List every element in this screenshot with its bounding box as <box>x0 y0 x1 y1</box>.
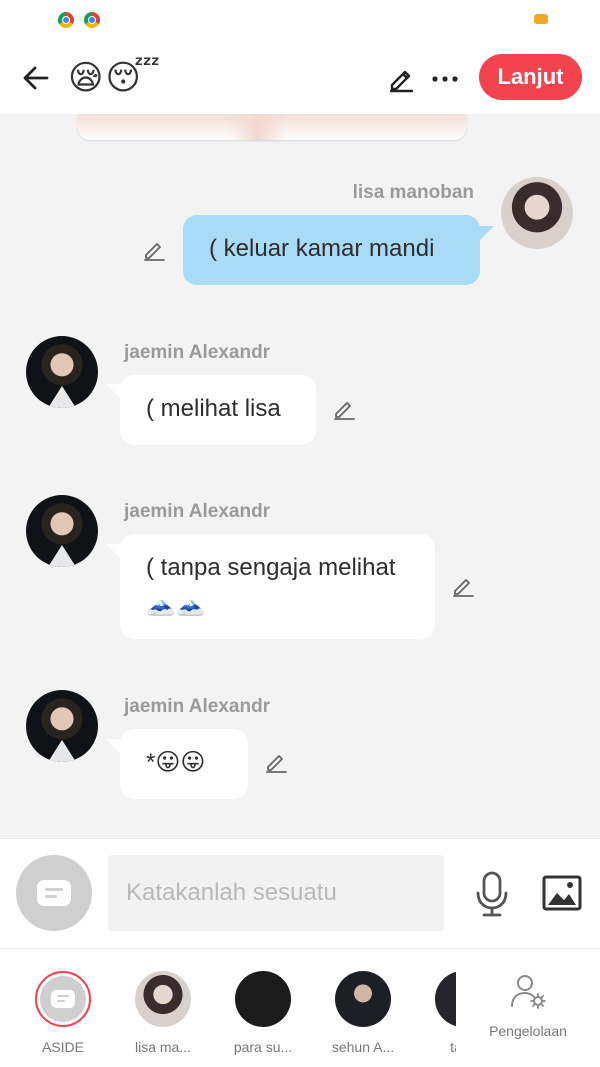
pencil-icon <box>334 402 355 420</box>
message-sender: jaemin Alexandr <box>124 501 271 522</box>
character-list[interactable]: ASIDE lisa ma... para su... sehun A... t… <box>0 949 456 1067</box>
message-bubble[interactable]: ( melihat lisa <box>120 375 316 445</box>
character-label: ASIDE <box>41 1039 84 1055</box>
character-label: taeil <box>450 1039 456 1055</box>
message-sender: jaemin Alexandr <box>124 696 271 717</box>
image-icon <box>542 875 582 911</box>
message-sender: jaemin Alexandr <box>124 342 271 363</box>
chat-area[interactable]: lisa manoban ( keluar kamar mandi jaemin… <box>0 114 600 838</box>
message-bubble[interactable]: *😛😛 <box>120 729 248 799</box>
chrome-notification-icon <box>58 12 74 28</box>
pencil-icon <box>266 755 287 773</box>
status-bar <box>0 0 600 44</box>
image-upload-button[interactable] <box>540 871 584 915</box>
pencil-icon <box>453 579 474 597</box>
more-options-button[interactable] <box>430 64 460 94</box>
user-gear-icon <box>511 975 546 1009</box>
avatar <box>335 971 391 1027</box>
edit-message-button[interactable] <box>262 748 290 776</box>
top-bar: 😪😴 Lanjut <box>0 44 600 114</box>
pencil-icon <box>144 243 165 261</box>
chrome-notification-icon <box>84 12 100 28</box>
edit-message-button[interactable] <box>330 395 358 423</box>
pencil-icon <box>389 70 414 93</box>
avatar[interactable] <box>26 690 98 762</box>
message-input[interactable] <box>108 855 444 931</box>
aside-toggle-button[interactable] <box>16 855 92 931</box>
chat-bubble-icon <box>51 990 75 1008</box>
avatar <box>135 971 191 1027</box>
chat-bubble-icon <box>37 880 71 906</box>
voice-button[interactable] <box>470 869 514 919</box>
battery-icon <box>534 14 548 24</box>
image-message[interactable] <box>78 114 466 140</box>
edit-message-button[interactable] <box>449 572 477 600</box>
edit-button[interactable] <box>384 62 418 96</box>
more-icon <box>432 76 458 82</box>
avatar <box>235 971 291 1027</box>
back-button[interactable] <box>18 60 54 96</box>
story-title: 😪😴 <box>68 59 162 97</box>
next-button[interactable]: Lanjut <box>479 54 582 100</box>
message-bubble[interactable]: ( tanpa sengaja melihat 🗻🗻 <box>120 534 435 639</box>
microphone-icon <box>476 871 508 917</box>
manage-label: Pengelolaan <box>489 1023 567 1039</box>
back-arrow-icon <box>23 66 49 90</box>
avatar[interactable] <box>501 177 573 249</box>
character-label: sehun A... <box>331 1039 395 1055</box>
avatar <box>435 971 456 1027</box>
composer <box>0 838 600 948</box>
message-sender: lisa manoban <box>352 182 474 203</box>
aside-avatar <box>35 971 91 1027</box>
character-bar: ASIDE lisa ma... para su... sehun A... t… <box>0 948 600 1067</box>
message-bubble[interactable]: ( keluar kamar mandi <box>183 215 480 285</box>
avatar[interactable] <box>26 336 98 408</box>
avatar[interactable] <box>26 495 98 567</box>
bubble-tail <box>478 226 494 242</box>
character-label: lisa ma... <box>134 1039 191 1055</box>
edit-message-button[interactable] <box>140 236 168 264</box>
character-label: para su... <box>233 1039 293 1055</box>
